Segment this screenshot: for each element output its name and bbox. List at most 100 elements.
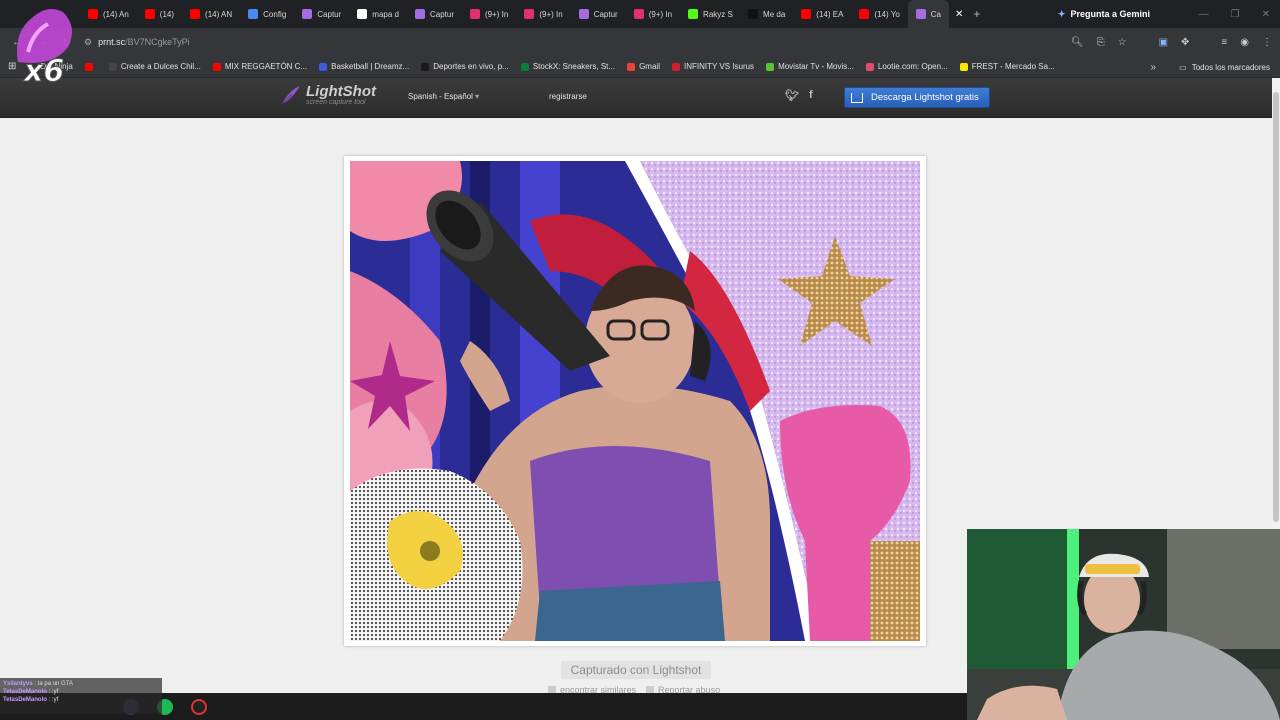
- bookmark-item[interactable]: [79, 62, 103, 71]
- bookmark-item[interactable]: Create a Dulces Chil...: [103, 62, 207, 71]
- bookmark-item[interactable]: Gmail: [621, 62, 666, 71]
- media-queue-icon[interactable]: ≡: [1221, 37, 1227, 48]
- screenshot-image[interactable]: [350, 161, 920, 641]
- lightshot-icon: [578, 9, 589, 19]
- download-button[interactable]: Descarga Lightshot gratis: [844, 87, 990, 108]
- browser-tab[interactable]: (14) Yo: [851, 0, 907, 28]
- close-window-icon[interactable]: ✕: [1262, 9, 1270, 20]
- youtube-icon: [859, 9, 870, 19]
- chat-message: Ysilantyvs : ta pa un GTA: [3, 680, 159, 688]
- captured-with-lightshot-label: Capturado con Lightshot: [561, 661, 711, 679]
- bookmark-label: Create a Dulces Chil...: [120, 62, 201, 71]
- tab-label: (9+) In: [485, 9, 509, 19]
- bookmark-label: MIX REGGAETÓN C...: [224, 62, 308, 71]
- chat-text: ta pa un GTA: [37, 681, 73, 687]
- twitter-icon[interactable]: 🐦︎: [785, 89, 799, 102]
- bookmark-item[interactable]: Basketball | Dreamz...: [313, 62, 415, 71]
- all-bookmarks-label: Todos los marcadores: [1191, 62, 1270, 72]
- image-links: encontrar similares Reportar abuso: [548, 685, 720, 693]
- browser-tab[interactable]: (9+) In: [462, 0, 516, 28]
- tab-label: mapa d: [372, 9, 399, 19]
- extension-icon[interactable]: ▣: [1159, 37, 1168, 48]
- translate-icon[interactable]: ⎘: [1097, 37, 1105, 48]
- close-tab-icon[interactable]: ✕: [955, 9, 963, 20]
- instagram-icon: [633, 9, 644, 19]
- youtube-icon: [801, 9, 812, 19]
- browser-tab[interactable]: (14): [137, 0, 182, 28]
- chat-text: :yf: [51, 689, 59, 695]
- bookmark-favicon-icon: [959, 62, 968, 71]
- minimize-icon[interactable]: —: [1199, 9, 1209, 20]
- chevron-down-icon: ▾: [475, 92, 480, 101]
- chat-text: :yf: [51, 697, 59, 703]
- puzzle-icon[interactable]: ✥: [1181, 37, 1189, 48]
- flag-icon: [646, 686, 655, 693]
- tab-label: Ca: [930, 9, 941, 19]
- facebook-icon[interactable]: f: [809, 89, 813, 102]
- browser-tab[interactable]: (14) EA: [793, 0, 851, 28]
- bookmark-favicon-icon: [108, 62, 117, 71]
- google-icon: [357, 9, 368, 19]
- bookmark-item[interactable]: StockX: Sneakers, St...: [515, 62, 621, 71]
- gemini-button[interactable]: ✦ Pregunta a Gemini: [1058, 0, 1150, 28]
- bookmark-item[interactable]: Lootie.com: Open...: [860, 62, 954, 71]
- bookmark-item[interactable]: INFINITY VS Isurus: [666, 62, 760, 71]
- browser-tab[interactable]: Ca: [907, 0, 949, 28]
- find-similar-link[interactable]: encontrar similares: [548, 685, 636, 693]
- chat-username: TetasDeManolo: [3, 689, 47, 695]
- tiktok-icon: [748, 9, 759, 19]
- register-link[interactable]: registrarse: [549, 92, 587, 101]
- browser-tab[interactable]: (9+) In: [626, 0, 680, 28]
- lightshot-logo[interactable]: LightShot screen capture tool: [280, 84, 376, 106]
- bookmark-item[interactable]: FREST - Mercado Sa...: [954, 62, 1061, 71]
- screenshot-frame: [344, 156, 926, 646]
- more-bookmarks-icon[interactable]: »: [1150, 56, 1156, 78]
- tab-label: (14): [159, 9, 175, 19]
- bookmark-label: Lootie.com: Open...: [877, 62, 948, 71]
- bookmark-star-icon[interactable]: ☆: [1118, 37, 1127, 48]
- new-tab-icon[interactable]: +: [973, 7, 980, 21]
- browser-tab[interactable]: mapa d: [349, 0, 407, 28]
- record-icon[interactable]: [191, 698, 207, 715]
- restore-icon[interactable]: ❐: [1231, 9, 1240, 20]
- bookmark-favicon-icon: [84, 62, 93, 71]
- tab-label: Rakyz S: [703, 9, 733, 19]
- report-abuse-link[interactable]: Reportar abuso: [646, 685, 720, 693]
- download-icon: [851, 92, 863, 103]
- emote-multiplier-badge: x6: [8, 2, 78, 92]
- browser-tab[interactable]: Captur: [294, 0, 349, 28]
- gemini-icon: ✦: [1057, 8, 1066, 19]
- all-bookmarks-folder[interactable]: ▭ Todos los marcadores: [1179, 56, 1270, 78]
- chat-username: TetasDeManolo: [3, 697, 47, 703]
- chat-message: TetasDeManolo : :yf: [3, 688, 159, 696]
- scrollbar-thumb[interactable]: [1273, 92, 1279, 522]
- social-links: 🐦︎ f: [785, 89, 813, 102]
- menu-icon[interactable]: ⋮: [1262, 37, 1272, 48]
- browser-tab[interactable]: (9+) In: [516, 0, 570, 28]
- lightshot-icon: [915, 9, 926, 19]
- profile-avatar-icon[interactable]: ◉: [1240, 37, 1249, 48]
- language-label: Spanish - Español: [408, 92, 473, 101]
- browser-tab[interactable]: (14) AN: [182, 0, 240, 28]
- site-info-icon[interactable]: ⚙: [84, 37, 92, 48]
- browser-tab[interactable]: Me da: [740, 0, 793, 28]
- tab-label: (14) EA: [816, 9, 844, 19]
- url-field[interactable]: ⚙ prnt.sc/BV7NCgkeTyPi: [84, 37, 190, 48]
- bookmark-label: Deportes en vivo, p...: [433, 62, 509, 71]
- youtube-icon: [88, 9, 98, 19]
- browser-tab[interactable]: Captur: [571, 0, 626, 28]
- bookmark-item[interactable]: MIX REGGAETÓN C...: [207, 62, 313, 71]
- stream-chat: Ysilantyvs : ta pa un GTA TetasDeManolo :…: [0, 678, 162, 714]
- language-select[interactable]: Spanish - Español ▾: [408, 92, 479, 101]
- bookmark-favicon-icon: [627, 62, 636, 71]
- bookmark-item[interactable]: Deportes en vivo, p...: [415, 62, 515, 71]
- browser-tab[interactable]: Captur: [407, 0, 462, 28]
- browser-tab[interactable]: Config: [240, 0, 294, 28]
- bookmark-label: INFINITY VS Isurus: [683, 62, 755, 71]
- tab-label: Config: [263, 9, 287, 19]
- bookmark-item[interactable]: Movistar Tv - Movis...: [760, 62, 860, 71]
- browser-tab[interactable]: (14) An: [80, 0, 137, 28]
- browser-tab[interactable]: Rakyz S: [680, 0, 740, 28]
- download-label: Descarga Lightshot gratis: [871, 92, 979, 103]
- zoom-icon[interactable]: 🔍︎: [1071, 37, 1084, 48]
